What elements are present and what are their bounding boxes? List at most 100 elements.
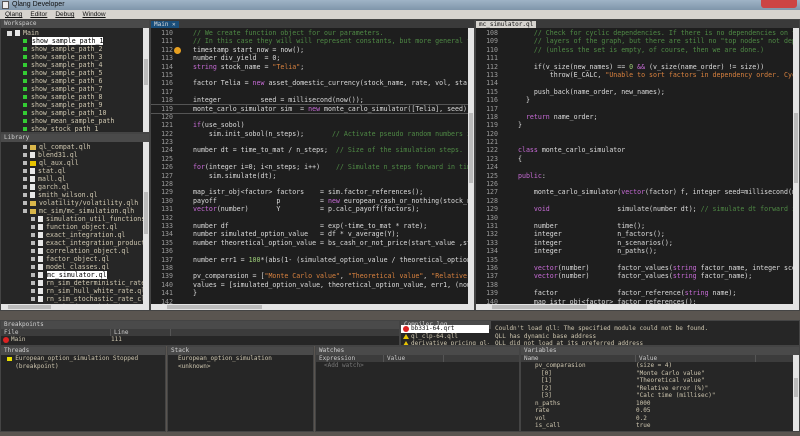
code-line[interactable]: 112 timestamp start_now = now(); <box>151 46 468 54</box>
variables-scrollbar[interactable] <box>793 355 799 431</box>
workspace-scrollbar[interactable] <box>143 28 149 132</box>
menu-qlang[interactable]: Qlang <box>5 11 22 18</box>
library-item[interactable]: garch.ql <box>1 183 149 191</box>
code-line[interactable]: 117 <box>151 88 468 96</box>
expand-icon[interactable] <box>23 185 27 189</box>
code-line[interactable]: 120 <box>151 113 468 121</box>
workspace-item[interactable]: show_sample_path_8 <box>1 93 149 101</box>
code-line[interactable]: 115 <box>151 71 468 79</box>
code-line[interactable]: 112 if(v_size(new_names) == 0 && (v_size… <box>476 63 793 71</box>
workspace-item[interactable]: show_sample_path_10 <box>1 109 149 117</box>
code-line[interactable]: 116 } <box>476 96 793 104</box>
editor-mc-simulator[interactable]: mc_simulator.ql 108 // Check for cyclic … <box>475 19 800 311</box>
code-line[interactable]: 135 number theoretical_option_value = bs_… <box>151 239 468 247</box>
col-name[interactable]: Name <box>521 355 636 362</box>
code-line[interactable]: 117 <box>476 105 793 113</box>
code-line[interactable]: 136 <box>151 247 468 255</box>
code-line[interactable]: 137 number err1 = 100*(abs(1- (simulated_… <box>151 256 468 264</box>
library-item[interactable]: ql_aux.qll <box>1 159 149 167</box>
library-item[interactable]: simulation_util_functions.ql <box>1 215 149 223</box>
col-value[interactable]: Value <box>384 355 444 362</box>
stack-frame[interactable]: European_option_simulation <box>168 355 313 363</box>
expand-icon[interactable] <box>23 177 27 181</box>
code-line[interactable]: 114 string stock_name = "Telia"; <box>151 63 468 71</box>
collapse-icon[interactable] <box>7 30 12 36</box>
variable-row[interactable]: [0] "Monte Carlo value" <box>521 370 799 378</box>
library-item[interactable]: rn_sim_hull_white_rate.ql <box>1 287 149 295</box>
code-line[interactable]: 134 number simulated_option_value = df * … <box>151 230 468 238</box>
code-line[interactable]: 126 <box>476 180 793 188</box>
variable-row[interactable]: is_call true <box>521 422 799 430</box>
code-line[interactable]: 111 // In this case they will will repres… <box>151 37 468 45</box>
library-item[interactable]: exact_integration_products.ql <box>1 239 149 247</box>
code-line[interactable]: 129 map_istr_obj<factor> factors = sim.fa… <box>151 188 468 196</box>
code-line[interactable]: 131 vector(number) Y = p.calc_payoff(fact… <box>151 205 468 213</box>
code-line[interactable]: 129 void simulate(number dt); // simulat… <box>476 205 793 213</box>
col-value[interactable]: Value <box>636 355 756 362</box>
code-line[interactable]: 115 push_back(name_order, new_names); <box>476 88 793 96</box>
breakpoint-row[interactable]: Main 111 <box>1 336 399 344</box>
code-line[interactable]: 130 <box>476 214 793 222</box>
code-line[interactable]: 128 <box>151 180 468 188</box>
expand-icon[interactable] <box>31 241 35 245</box>
menu-editor[interactable]: Editor <box>30 11 47 18</box>
variable-row[interactable]: [1] "Theoretical value" <box>521 377 799 385</box>
code-line[interactable]: 119} <box>476 121 793 129</box>
code-line[interactable]: 111 <box>476 54 793 62</box>
add-watch[interactable]: <Add watch> <box>316 362 519 370</box>
library-hscrollbar[interactable] <box>1 304 143 310</box>
code-line[interactable]: 132 <box>151 214 468 222</box>
variable-row[interactable]: [2] "Relative error (%)" <box>521 385 799 393</box>
expand-icon[interactable] <box>31 225 35 229</box>
library-item[interactable]: smith_wilson.ql <box>1 191 149 199</box>
code-line[interactable]: 139 factor factor_reference(string name)… <box>476 289 793 297</box>
library-scrollbar[interactable] <box>143 142 149 310</box>
library-item[interactable]: factor_object.ql <box>1 255 149 263</box>
expand-icon[interactable] <box>31 297 35 301</box>
editor-right-scrollbar[interactable] <box>793 28 799 310</box>
code-line[interactable]: 138 <box>151 264 468 272</box>
code-line[interactable]: 121 <box>476 138 793 146</box>
breakpoint-marker-icon[interactable] <box>174 46 181 54</box>
thread-row[interactable]: European_option_simulation Stopped (brea… <box>1 355 165 370</box>
library-item[interactable]: mc_simulator.ql <box>1 270 149 280</box>
expand-icon[interactable] <box>31 257 35 261</box>
library-item[interactable]: exact_integration.ql <box>1 231 149 239</box>
code-line[interactable]: 141} <box>151 289 468 297</box>
code-line[interactable]: 132 integer n_factors(); <box>476 230 793 238</box>
expand-icon[interactable] <box>23 209 27 213</box>
library-item[interactable]: rn_sim_stochastic_rate_classes.ql <box>1 295 149 303</box>
expand-icon[interactable] <box>23 153 27 157</box>
code-line[interactable]: 122 class monte_carlo_simulator <box>476 146 793 154</box>
code-line[interactable]: 110 // (unless the set is empty, of cour… <box>476 46 793 54</box>
expand-icon[interactable] <box>31 217 35 221</box>
code-line[interactable]: 124 <box>476 163 793 171</box>
expand-icon[interactable] <box>23 161 27 165</box>
code-line[interactable]: 123 { <box>476 155 793 163</box>
workspace-item[interactable]: show_sample_path_9 <box>1 101 149 109</box>
library-item[interactable]: mall.ql <box>1 175 149 183</box>
menu-window[interactable]: Window <box>83 11 106 18</box>
expand-icon[interactable] <box>31 289 35 293</box>
expand-icon[interactable] <box>23 201 27 205</box>
code-line[interactable]: 113 throw(E_CALC, "Unable to sort factor… <box>476 71 793 79</box>
code-line[interactable]: 135 <box>476 256 793 264</box>
workspace-item[interactable]: show_sample_path_5 <box>1 69 149 77</box>
code-line[interactable]: 114 <box>476 79 793 87</box>
variable-row[interactable]: [3] "Calc time (millisec)" <box>521 392 799 400</box>
code-line[interactable]: 109 // layers of the graph, but there ar… <box>476 37 793 45</box>
code-line[interactable]: 124 number dt = time_to_mat / n_steps; //… <box>151 146 468 154</box>
library-item[interactable]: rn_sim_deterministic_rate.ql <box>1 279 149 287</box>
library-item[interactable]: stat.ql <box>1 167 149 175</box>
expand-icon[interactable] <box>31 233 35 237</box>
expand-icon[interactable] <box>23 169 27 173</box>
code-line[interactable]: 113 number div_yield = 0; <box>151 54 468 62</box>
library-item[interactable]: correlation_object.ql <box>1 247 149 255</box>
code-line[interactable]: 122 sim.init_sobol(n_steps); // Activate… <box>151 130 468 138</box>
col-line[interactable]: Line <box>111 329 171 336</box>
code-line[interactable]: 133 integer n_scenarios(); <box>476 239 793 247</box>
code-line[interactable]: 127 sim.simulate(dt); <box>151 172 468 180</box>
workspace-item[interactable]: show_sample_path_7 <box>1 85 149 93</box>
library-item[interactable]: volatility/volatility.qlh <box>1 199 149 207</box>
log-entry[interactable]: ql_clp-64.qll QLL has dynamic base addres… <box>401 333 799 341</box>
